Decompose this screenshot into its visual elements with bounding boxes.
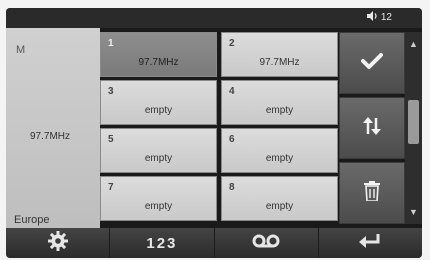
delete-button[interactable] — [339, 162, 405, 224]
preset-value: empty — [265, 153, 294, 164]
keypad-label: 123 — [146, 234, 178, 252]
preset-button-3[interactable]: 3 empty — [100, 80, 217, 125]
preset-number: 3 — [108, 86, 114, 97]
swap-button[interactable] — [339, 97, 405, 159]
preset-number: 6 — [229, 134, 235, 145]
current-frequency: 97.7MHz — [30, 131, 71, 142]
volume-level: 12 — [380, 12, 392, 23]
preset-button-1[interactable]: 1 97.7MHz — [100, 32, 217, 77]
preset-button-5[interactable]: 5 empty — [100, 128, 217, 173]
scroll-thumb[interactable] — [408, 100, 419, 144]
preset-value: empty — [144, 201, 173, 212]
tape-icon — [252, 234, 280, 253]
preset-button-7[interactable]: 7 empty — [100, 176, 217, 221]
volume-indicator: 12 — [366, 11, 392, 24]
preset-number: 4 — [229, 86, 235, 97]
check-icon — [361, 52, 383, 75]
preset-scrollbar[interactable]: ▲ ▼ — [405, 32, 422, 224]
radio-mode-button[interactable] — [215, 228, 319, 258]
preset-button-2[interactable]: 2 97.7MHz — [221, 32, 338, 77]
station-name: M — [16, 44, 26, 56]
preset-number: 5 — [108, 134, 114, 145]
scroll-up-icon[interactable]: ▲ — [407, 38, 420, 50]
settings-button[interactable] — [6, 228, 111, 258]
keypad-button[interactable]: 123 — [110, 228, 215, 258]
gear-icon — [47, 230, 68, 256]
preset-actions — [339, 32, 405, 224]
preset-number: 2 — [229, 38, 235, 49]
status-bar: 12 — [6, 8, 422, 28]
preset-value: empty — [265, 201, 294, 212]
preset-value: empty — [144, 105, 173, 116]
speaker-icon — [366, 11, 378, 24]
radio-screen: 12 M 97.7MHz Europe 1 97.7MHz 2 97.7MHz … — [6, 8, 422, 258]
device-frame: 12 M 97.7MHz Europe 1 97.7MHz 2 97.7MHz … — [0, 0, 430, 260]
preset-number: 1 — [108, 38, 114, 49]
preset-value: 97.7MHz — [138, 57, 179, 68]
preset-value: 97.7MHz — [259, 57, 300, 68]
preset-value: empty — [265, 105, 294, 116]
bottom-toolbar: 123 — [6, 228, 422, 258]
trash-icon — [364, 180, 380, 206]
preset-button-6[interactable]: 6 empty — [221, 128, 338, 173]
preset-grid: 1 97.7MHz 2 97.7MHz 3 empty 4 empty 5 em… — [100, 32, 339, 224]
preset-value: empty — [144, 153, 173, 164]
preset-button-4[interactable]: 4 empty — [221, 80, 338, 125]
scroll-down-icon[interactable]: ▼ — [407, 206, 420, 218]
back-arrow-icon — [359, 233, 381, 254]
preset-number: 7 — [108, 182, 114, 193]
preset-button-8[interactable]: 8 empty — [221, 176, 338, 221]
confirm-button[interactable] — [339, 32, 405, 94]
back-button[interactable] — [319, 228, 422, 258]
preset-number: 8 — [229, 182, 235, 193]
current-station-panel: M 97.7MHz Europe — [6, 28, 100, 228]
region-label: Europe — [14, 214, 50, 226]
swap-arrows-icon — [362, 116, 382, 140]
